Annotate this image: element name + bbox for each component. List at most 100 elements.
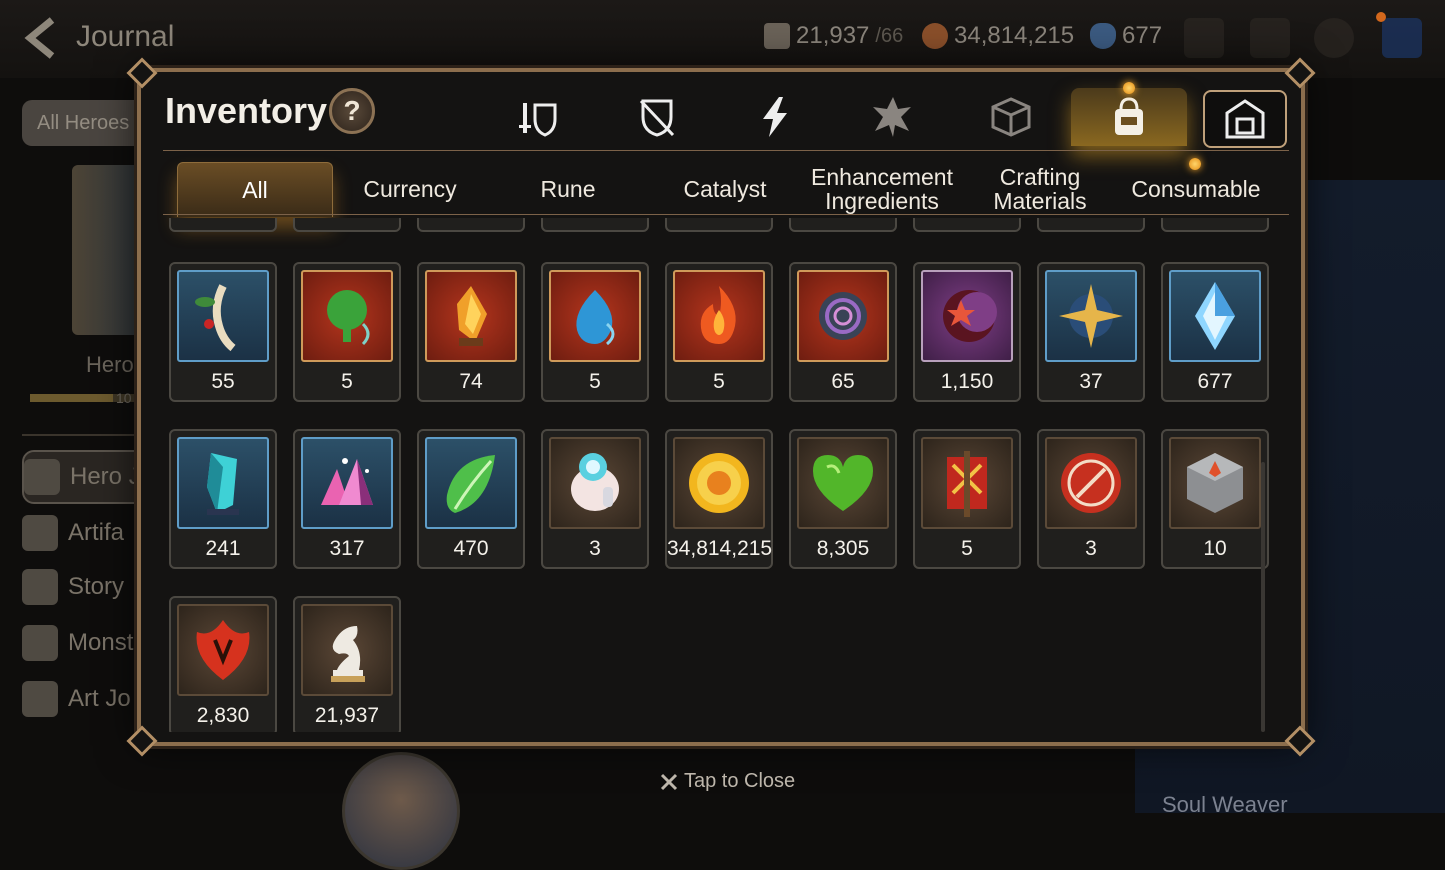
inventory-slot[interactable]: 34,814,215 [665, 429, 773, 569]
seal-badge-icon [1061, 453, 1121, 513]
item-frame [1169, 437, 1261, 529]
inventory-slot[interactable]: 241 [169, 429, 277, 569]
inventory-slot[interactable]: 1,150 [913, 262, 1021, 402]
help-button[interactable]: ? [329, 88, 375, 134]
storage-icon [1225, 99, 1265, 139]
item-frame [177, 604, 269, 696]
ginseng-icon [195, 284, 236, 352]
material-tab[interactable] [835, 88, 951, 146]
inventory-slot[interactable]: 317 [293, 429, 401, 569]
inventory-slot[interactable]: 37 [1037, 262, 1145, 402]
inventory-slot[interactable]: 3 [1037, 429, 1145, 569]
item-quantity: 55 [211, 370, 235, 393]
chess-knight-icon [331, 626, 365, 682]
item-quantity: 5 [589, 370, 601, 393]
cyan-crystal-icon [207, 453, 239, 515]
shop-icon[interactable] [1184, 18, 1224, 58]
inventory-slot[interactable]: 3 [541, 429, 649, 569]
back-arrow-icon[interactable] [22, 16, 62, 60]
inventory-slot[interactable]: 470 [417, 429, 525, 569]
item-frame [301, 437, 393, 529]
inventory-slot[interactable]: 677 [1161, 262, 1269, 402]
inventory-slot[interactable]: 65 [789, 262, 897, 402]
tap-to-close[interactable]: Tap to Close [660, 770, 795, 793]
hero-icon [24, 459, 60, 495]
item-quantity: 5 [713, 370, 725, 393]
inventory-slot[interactable]: 5 [293, 262, 401, 402]
inventory-slot[interactable] [169, 218, 277, 232]
notification-dot [1189, 158, 1201, 170]
inventory-slot[interactable]: 5 [541, 262, 649, 402]
inventory-slot[interactable]: 10 [1161, 429, 1269, 569]
inventory-modal: Inventory ? All Currency Rune Catalyst E… [126, 57, 1316, 757]
inventory-slot[interactable]: 5 [913, 429, 1021, 569]
subtab-bottom-line [163, 214, 1289, 215]
mail-icon[interactable] [1250, 18, 1290, 58]
leaf-resource: 21,937 /66 [764, 22, 903, 50]
item-quantity: 5 [341, 370, 353, 393]
soul-weaver-label: Soul Weaver [1162, 792, 1288, 817]
item-frame [921, 270, 1013, 362]
item-quantity: 37 [1079, 370, 1103, 393]
item-frame [301, 270, 393, 362]
item-quantity: 317 [329, 537, 365, 560]
hero-label: Hero [86, 352, 134, 377]
monster-icon [22, 625, 58, 661]
item-quantity: 5 [961, 537, 973, 560]
nav-hero-journal[interactable]: Hero J [22, 450, 146, 504]
material-icon [873, 97, 911, 137]
pink-crystals-icon [321, 458, 373, 505]
subtab-all[interactable]: All [177, 162, 333, 217]
item-frame [301, 604, 393, 696]
subtab-catalyst[interactable]: Catalyst [648, 162, 802, 216]
page-title: Journal [76, 20, 175, 53]
inventory-slot[interactable]: 21,937 [293, 596, 401, 732]
inventory-slot[interactable]: 5 [665, 262, 773, 402]
bag-tab[interactable] [1071, 88, 1187, 146]
inventory-slot[interactable] [1161, 218, 1269, 232]
top-bar [0, 0, 1445, 78]
item-quantity: 677 [1197, 370, 1233, 393]
inventory-slot[interactable]: 74 [417, 262, 525, 402]
inventory-slot[interactable] [417, 218, 525, 232]
item-frame [1045, 270, 1137, 362]
equipment-tab[interactable] [481, 88, 597, 146]
swirl-rune-icon [819, 292, 867, 340]
inventory-slot[interactable] [541, 218, 649, 232]
hero-filter-button[interactable]: All Heroes [22, 100, 152, 146]
inventory-slot[interactable] [789, 218, 897, 232]
inventory-slot[interactable] [665, 218, 773, 232]
cube-tab[interactable] [953, 88, 1069, 146]
nav-artifact[interactable]: Artifa [22, 508, 142, 558]
menu-grid-icon[interactable] [1382, 18, 1422, 58]
armor-tab[interactable] [599, 88, 715, 146]
palette-icon [22, 681, 58, 717]
subtab-consumable[interactable]: Consumable [1119, 162, 1273, 216]
inventory-slot[interactable]: 2,830 [169, 596, 277, 732]
notification-dot [1123, 82, 1135, 94]
nav-story[interactable]: Story [22, 562, 142, 612]
red-leaf-icon [196, 620, 250, 680]
nav-monster[interactable]: Monst [22, 618, 142, 668]
flame-crystal-icon [457, 286, 487, 346]
item-quantity: 1,150 [940, 370, 994, 393]
subtab-currency[interactable]: Currency [333, 162, 487, 216]
nav-art-journal[interactable]: Art Jo [22, 674, 142, 724]
storage-tab[interactable] [1203, 90, 1287, 148]
chat-icon[interactable] [1314, 18, 1354, 58]
artifact-tab[interactable] [717, 88, 833, 146]
subtab-enhancement-ingredients[interactable]: Enhancement Ingredients [805, 162, 959, 216]
inventory-slot[interactable] [293, 218, 401, 232]
inventory-slot[interactable]: 8,305 [789, 429, 897, 569]
inventory-slot[interactable]: 55 [169, 262, 277, 402]
item-frame [549, 270, 641, 362]
lightning-icon [22, 515, 58, 551]
subtab-crafting-materials[interactable]: Crafting Materials [961, 162, 1119, 216]
inventory-slot[interactable] [913, 218, 1021, 232]
bag-icon [1115, 97, 1143, 135]
inventory-title: Inventory [165, 90, 328, 131]
inventory-slot[interactable] [1037, 218, 1145, 232]
subtab-rune[interactable]: Rune [491, 162, 645, 216]
close-icon [660, 773, 678, 790]
grid-scrollbar[interactable] [1261, 462, 1265, 732]
